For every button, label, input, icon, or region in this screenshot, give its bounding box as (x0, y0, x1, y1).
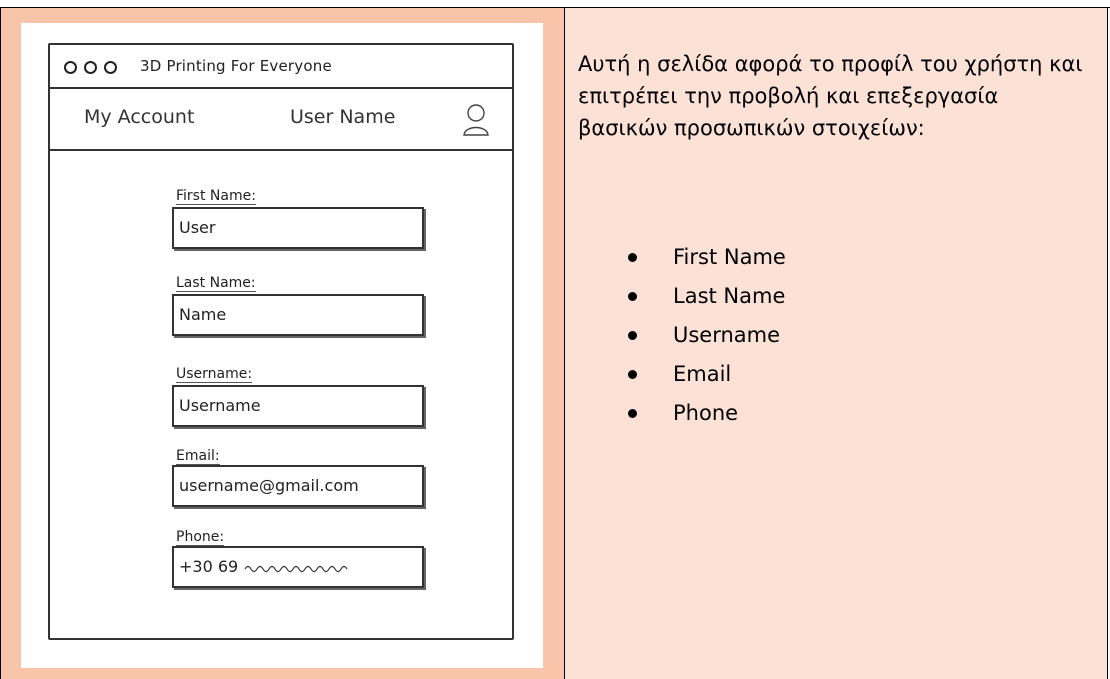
navbar: My Account User Name (50, 89, 512, 151)
phone-field[interactable]: +30 69 (172, 546, 424, 588)
window-maximize-dot-icon[interactable] (104, 61, 117, 74)
list-item: Phone (628, 394, 786, 433)
window-close-dot-icon[interactable] (64, 61, 77, 74)
email-field[interactable]: username@gmail.com (172, 465, 424, 507)
table-border-left (0, 7, 1, 679)
bullet-icon (628, 370, 637, 379)
page-description: Αυτή η σελίδα αφορά το προφίλ του χρήστη… (578, 52, 1083, 140)
username-label: Username: (176, 366, 253, 383)
my-account-link[interactable]: My Account (84, 106, 194, 128)
email-label: Email: (176, 448, 220, 465)
list-item: First Name (628, 238, 786, 277)
phone-scribble-placeholder (244, 565, 348, 573)
bullet-icon (628, 409, 637, 418)
table-border-right (1107, 7, 1108, 679)
list-item-text: Phone (673, 401, 739, 425)
bullet-icon (628, 292, 637, 301)
username-field[interactable]: Username (172, 385, 424, 427)
list-item-text: Last Name (673, 284, 786, 308)
first-name-field[interactable]: User (172, 207, 424, 249)
page: 3D Printing For Everyone My Account User… (0, 0, 1110, 679)
list-item: Email (628, 355, 786, 394)
last-name-field[interactable]: Name (172, 294, 424, 336)
phone-value: +30 69 (179, 557, 239, 576)
list-item-text: First Name (673, 245, 786, 269)
last-name-label: Last Name: (176, 275, 256, 292)
bullet-icon (628, 331, 637, 340)
user-icon[interactable] (462, 103, 490, 137)
first-name-label: First Name: (176, 188, 256, 205)
field-list: First Name Last Name Username Email Phon… (628, 238, 786, 433)
user-name-link[interactable]: User Name (290, 106, 395, 128)
list-item-text: Email (673, 362, 732, 386)
bullet-icon (628, 253, 637, 262)
phone-label: Phone: (176, 529, 225, 546)
cell-divider (564, 8, 565, 679)
list-item: Username (628, 316, 786, 355)
list-item: Last Name (628, 277, 786, 316)
wireframe-browser-window: 3D Printing For Everyone My Account User… (48, 43, 514, 640)
window-title: 3D Printing For Everyone (140, 57, 332, 75)
browser-titlebar: 3D Printing For Everyone (50, 45, 512, 89)
window-minimize-dot-icon[interactable] (84, 61, 97, 74)
table-border-top (0, 7, 1110, 8)
list-item-text: Username (673, 323, 781, 347)
